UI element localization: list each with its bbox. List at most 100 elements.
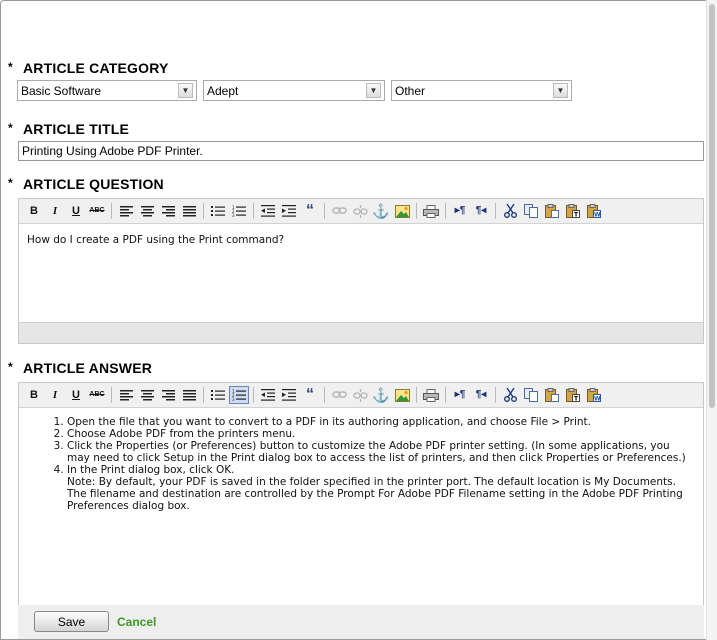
required-mark: * — [8, 121, 13, 135]
scrollbar-thumb[interactable] — [709, 4, 715, 408]
paste-text-icon[interactable]: T — [564, 202, 582, 220]
question-label-text: ARTICLE QUESTION — [23, 176, 164, 192]
toolbar-divider — [416, 203, 417, 219]
align-right-icon[interactable] — [159, 386, 177, 404]
anchor-icon[interactable]: ⚓ — [372, 202, 390, 220]
align-left-icon[interactable] — [117, 386, 135, 404]
editor-statusbar — [19, 322, 703, 343]
select-value: Adept — [207, 84, 239, 98]
anchor-icon[interactable]: ⚓ — [372, 386, 390, 404]
svg-text:W: W — [594, 212, 601, 219]
cancel-link[interactable]: Cancel — [117, 615, 156, 629]
toolbar-divider — [111, 203, 112, 219]
toolbar-divider — [495, 387, 496, 403]
vertical-scrollbar[interactable] — [706, 0, 717, 640]
text-direction-rtl-icon[interactable]: ¶◂ — [472, 202, 490, 220]
strikethrough-button[interactable]: ABC — [88, 386, 106, 404]
underline-button[interactable]: U — [67, 202, 85, 220]
category-label-text: ARTICLE CATEGORY — [23, 60, 169, 76]
chevron-down-icon[interactable]: ▼ — [553, 83, 568, 98]
form-panel: * ARTICLE CATEGORY Basic Software ▼ Adept… — [0, 0, 717, 640]
category-select-software[interactable]: Basic Software ▼ — [17, 80, 197, 101]
category-select-level[interactable]: Adept ▼ — [203, 80, 385, 101]
indent-icon[interactable] — [280, 202, 298, 220]
answer-editor: B I U ABC 123 “ ⚓ ▸¶ ¶◂ T W 1. Open the … — [18, 382, 704, 606]
category-label: * ARTICLE CATEGORY — [8, 60, 169, 76]
required-mark: * — [8, 60, 13, 74]
italic-button[interactable]: I — [46, 202, 64, 220]
answer-label-text: ARTICLE ANSWER — [23, 360, 153, 376]
print-icon[interactable] — [422, 386, 440, 404]
answer-label: * ARTICLE ANSWER — [8, 360, 152, 376]
outdent-icon[interactable] — [259, 386, 277, 404]
indent-icon[interactable] — [280, 386, 298, 404]
question-text[interactable]: How do I create a PDF using the Print co… — [19, 224, 703, 256]
align-justify-icon[interactable] — [180, 202, 198, 220]
align-right-icon[interactable] — [159, 202, 177, 220]
image-icon[interactable] — [393, 202, 411, 220]
select-value: Other — [395, 84, 426, 98]
blockquote-icon[interactable]: “ — [301, 386, 319, 404]
paste-text-icon[interactable]: T — [564, 386, 582, 404]
link-icon[interactable] — [330, 386, 348, 404]
list-item: In the Print dialog box, click OK.Note: … — [67, 464, 693, 512]
underline-button[interactable]: U — [67, 386, 85, 404]
paste-word-icon[interactable]: W — [585, 202, 603, 220]
article-title-input[interactable]: Printing Using Adobe PDF Printer. — [18, 141, 704, 161]
text-direction-rtl-icon[interactable]: ¶◂ — [472, 386, 490, 404]
blockquote-icon[interactable]: “ — [301, 202, 319, 220]
category-select-other[interactable]: Other ▼ — [391, 80, 572, 101]
required-mark: * — [8, 176, 13, 190]
align-left-icon[interactable] — [117, 202, 135, 220]
outdent-icon[interactable] — [259, 202, 277, 220]
image-icon[interactable] — [393, 386, 411, 404]
svg-text:3: 3 — [232, 213, 235, 217]
cut-icon[interactable] — [501, 386, 519, 404]
select-value: Basic Software — [21, 84, 102, 98]
question-editor: B I U ABC 123 “ ⚓ ▸¶ ¶◂ T W How do I cre… — [18, 198, 704, 344]
svg-text:W: W — [594, 396, 601, 403]
unlink-icon[interactable] — [351, 386, 369, 404]
toolbar-divider — [203, 203, 204, 219]
list-item: Choose Adobe PDF from the printers menu. — [67, 428, 693, 440]
bold-button[interactable]: B — [25, 202, 43, 220]
link-icon[interactable] — [330, 202, 348, 220]
strikethrough-button[interactable]: ABC — [88, 202, 106, 220]
required-mark: * — [8, 360, 13, 374]
copy-icon[interactable] — [522, 386, 540, 404]
toolbar-divider — [324, 387, 325, 403]
question-label: * ARTICLE QUESTION — [8, 176, 164, 192]
chevron-down-icon[interactable]: ▼ — [178, 83, 193, 98]
bullet-list-icon[interactable] — [209, 386, 227, 404]
paste-icon[interactable] — [543, 202, 561, 220]
toolbar-divider — [445, 387, 446, 403]
align-justify-icon[interactable] — [180, 386, 198, 404]
paste-icon[interactable] — [543, 386, 561, 404]
numbered-list-icon[interactable]: 123 — [230, 202, 248, 220]
title-label: * ARTICLE TITLE — [8, 121, 129, 137]
answer-list: Open the file that you want to convert t… — [19, 416, 703, 512]
save-button[interactable]: Save — [34, 611, 109, 632]
copy-icon[interactable] — [522, 202, 540, 220]
paste-word-icon[interactable]: W — [585, 386, 603, 404]
bullet-list-icon[interactable] — [209, 202, 227, 220]
align-center-icon[interactable] — [138, 386, 156, 404]
answer-toolbar: B I U ABC 123 “ ⚓ ▸¶ ¶◂ T W — [19, 383, 703, 408]
align-center-icon[interactable] — [138, 202, 156, 220]
list-item: Click the Properties (or Preferences) bu… — [67, 440, 693, 464]
toolbar-divider — [111, 387, 112, 403]
chevron-down-icon[interactable]: ▼ — [366, 83, 381, 98]
toolbar-divider — [324, 203, 325, 219]
toolbar-divider — [416, 387, 417, 403]
text-direction-ltr-icon[interactable]: ▸¶ — [451, 386, 469, 404]
svg-text:3: 3 — [232, 397, 235, 401]
italic-button[interactable]: I — [46, 386, 64, 404]
print-icon[interactable] — [422, 202, 440, 220]
cut-icon[interactable] — [501, 202, 519, 220]
toolbar-divider — [203, 387, 204, 403]
text-direction-ltr-icon[interactable]: ▸¶ — [451, 202, 469, 220]
unlink-icon[interactable] — [351, 202, 369, 220]
bold-button[interactable]: B — [25, 386, 43, 404]
answer-content[interactable]: Open the file that you want to convert t… — [19, 408, 703, 512]
numbered-list-icon[interactable]: 123 — [229, 386, 249, 404]
